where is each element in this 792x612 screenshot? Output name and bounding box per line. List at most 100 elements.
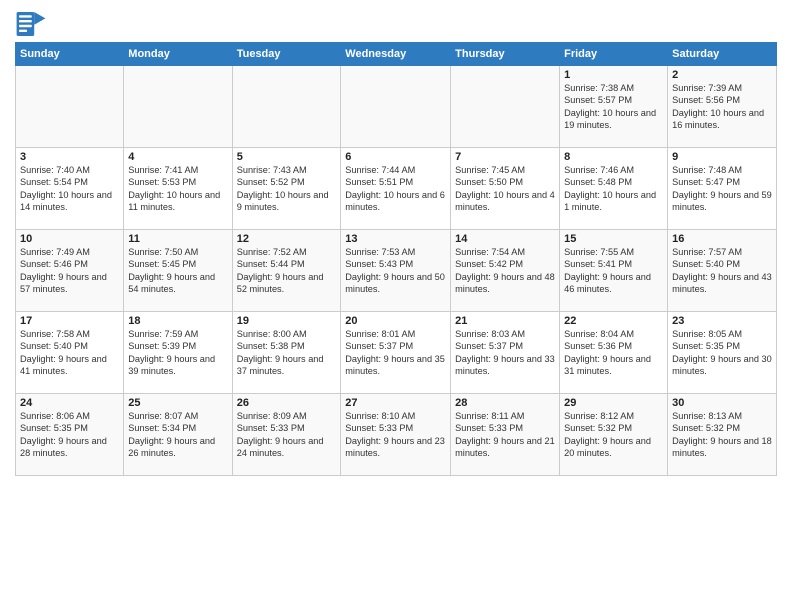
day-info: Sunrise: 8:05 AM Sunset: 5:35 PM Dayligh… [672,328,772,378]
day-number: 19 [237,315,337,327]
day-info: Sunrise: 7:50 AM Sunset: 5:45 PM Dayligh… [128,246,227,296]
day-cell: 12Sunrise: 7:52 AM Sunset: 5:44 PM Dayli… [232,230,341,312]
day-info: Sunrise: 7:41 AM Sunset: 5:53 PM Dayligh… [128,164,227,214]
logo-icon [15,10,47,38]
day-info: Sunrise: 7:53 AM Sunset: 5:43 PM Dayligh… [345,246,446,296]
day-cell: 25Sunrise: 8:07 AM Sunset: 5:34 PM Dayli… [124,394,232,476]
day-cell: 5Sunrise: 7:43 AM Sunset: 5:52 PM Daylig… [232,148,341,230]
day-number: 25 [128,397,227,409]
day-info: Sunrise: 8:13 AM Sunset: 5:32 PM Dayligh… [672,410,772,460]
day-cell: 1Sunrise: 7:38 AM Sunset: 5:57 PM Daylig… [560,66,668,148]
day-info: Sunrise: 7:39 AM Sunset: 5:56 PM Dayligh… [672,82,772,132]
day-cell [16,66,124,148]
day-info: Sunrise: 7:52 AM Sunset: 5:44 PM Dayligh… [237,246,337,296]
day-cell: 6Sunrise: 7:44 AM Sunset: 5:51 PM Daylig… [341,148,451,230]
weekday-header-friday: Friday [560,43,668,66]
day-number: 1 [564,69,663,81]
week-row-2: 10Sunrise: 7:49 AM Sunset: 5:46 PM Dayli… [16,230,777,312]
day-info: Sunrise: 7:55 AM Sunset: 5:41 PM Dayligh… [564,246,663,296]
weekday-header-wednesday: Wednesday [341,43,451,66]
day-number: 7 [455,151,555,163]
day-number: 27 [345,397,446,409]
day-info: Sunrise: 7:58 AM Sunset: 5:40 PM Dayligh… [20,328,119,378]
day-number: 15 [564,233,663,245]
day-number: 4 [128,151,227,163]
day-cell: 24Sunrise: 8:06 AM Sunset: 5:35 PM Dayli… [16,394,124,476]
day-cell: 15Sunrise: 7:55 AM Sunset: 5:41 PM Dayli… [560,230,668,312]
weekday-header-saturday: Saturday [668,43,777,66]
day-number: 14 [455,233,555,245]
day-cell: 4Sunrise: 7:41 AM Sunset: 5:53 PM Daylig… [124,148,232,230]
day-cell: 30Sunrise: 8:13 AM Sunset: 5:32 PM Dayli… [668,394,777,476]
week-row-4: 24Sunrise: 8:06 AM Sunset: 5:35 PM Dayli… [16,394,777,476]
day-number: 28 [455,397,555,409]
day-info: Sunrise: 7:59 AM Sunset: 5:39 PM Dayligh… [128,328,227,378]
day-number: 24 [20,397,119,409]
day-number: 5 [237,151,337,163]
day-info: Sunrise: 8:00 AM Sunset: 5:38 PM Dayligh… [237,328,337,378]
day-number: 8 [564,151,663,163]
day-cell: 29Sunrise: 8:12 AM Sunset: 5:32 PM Dayli… [560,394,668,476]
day-info: Sunrise: 7:57 AM Sunset: 5:40 PM Dayligh… [672,246,772,296]
week-row-1: 3Sunrise: 7:40 AM Sunset: 5:54 PM Daylig… [16,148,777,230]
calendar-table: SundayMondayTuesdayWednesdayThursdayFrid… [15,42,777,476]
day-info: Sunrise: 7:45 AM Sunset: 5:50 PM Dayligh… [455,164,555,214]
day-number: 13 [345,233,446,245]
day-cell: 26Sunrise: 8:09 AM Sunset: 5:33 PM Dayli… [232,394,341,476]
day-number: 23 [672,315,772,327]
day-number: 20 [345,315,446,327]
day-number: 9 [672,151,772,163]
day-info: Sunrise: 8:11 AM Sunset: 5:33 PM Dayligh… [455,410,555,460]
day-number: 2 [672,69,772,81]
day-cell: 8Sunrise: 7:46 AM Sunset: 5:48 PM Daylig… [560,148,668,230]
day-cell: 17Sunrise: 7:58 AM Sunset: 5:40 PM Dayli… [16,312,124,394]
day-cell: 27Sunrise: 8:10 AM Sunset: 5:33 PM Dayli… [341,394,451,476]
day-cell: 11Sunrise: 7:50 AM Sunset: 5:45 PM Dayli… [124,230,232,312]
day-cell [232,66,341,148]
day-cell: 7Sunrise: 7:45 AM Sunset: 5:50 PM Daylig… [451,148,560,230]
day-number: 3 [20,151,119,163]
day-cell [451,66,560,148]
day-info: Sunrise: 8:12 AM Sunset: 5:32 PM Dayligh… [564,410,663,460]
day-number: 29 [564,397,663,409]
weekday-header-monday: Monday [124,43,232,66]
day-info: Sunrise: 8:10 AM Sunset: 5:33 PM Dayligh… [345,410,446,460]
day-number: 22 [564,315,663,327]
day-number: 30 [672,397,772,409]
day-number: 12 [237,233,337,245]
day-info: Sunrise: 8:04 AM Sunset: 5:36 PM Dayligh… [564,328,663,378]
day-cell [341,66,451,148]
day-info: Sunrise: 8:06 AM Sunset: 5:35 PM Dayligh… [20,410,119,460]
day-info: Sunrise: 8:07 AM Sunset: 5:34 PM Dayligh… [128,410,227,460]
day-cell: 18Sunrise: 7:59 AM Sunset: 5:39 PM Dayli… [124,312,232,394]
day-info: Sunrise: 8:09 AM Sunset: 5:33 PM Dayligh… [237,410,337,460]
page: SundayMondayTuesdayWednesdayThursdayFrid… [0,0,792,486]
day-cell: 9Sunrise: 7:48 AM Sunset: 5:47 PM Daylig… [668,148,777,230]
weekday-header-tuesday: Tuesday [232,43,341,66]
day-number: 21 [455,315,555,327]
day-cell: 10Sunrise: 7:49 AM Sunset: 5:46 PM Dayli… [16,230,124,312]
day-number: 16 [672,233,772,245]
day-info: Sunrise: 7:48 AM Sunset: 5:47 PM Dayligh… [672,164,772,214]
week-row-0: 1Sunrise: 7:38 AM Sunset: 5:57 PM Daylig… [16,66,777,148]
day-info: Sunrise: 8:03 AM Sunset: 5:37 PM Dayligh… [455,328,555,378]
day-cell: 28Sunrise: 8:11 AM Sunset: 5:33 PM Dayli… [451,394,560,476]
day-info: Sunrise: 7:40 AM Sunset: 5:54 PM Dayligh… [20,164,119,214]
day-cell: 21Sunrise: 8:03 AM Sunset: 5:37 PM Dayli… [451,312,560,394]
day-info: Sunrise: 7:49 AM Sunset: 5:46 PM Dayligh… [20,246,119,296]
logo [15,10,51,38]
day-number: 26 [237,397,337,409]
day-cell [124,66,232,148]
day-info: Sunrise: 7:46 AM Sunset: 5:48 PM Dayligh… [564,164,663,214]
day-info: Sunrise: 7:44 AM Sunset: 5:51 PM Dayligh… [345,164,446,214]
day-cell: 13Sunrise: 7:53 AM Sunset: 5:43 PM Dayli… [341,230,451,312]
week-row-3: 17Sunrise: 7:58 AM Sunset: 5:40 PM Dayli… [16,312,777,394]
day-number: 11 [128,233,227,245]
weekday-header-row: SundayMondayTuesdayWednesdayThursdayFrid… [16,43,777,66]
day-number: 6 [345,151,446,163]
day-cell: 19Sunrise: 8:00 AM Sunset: 5:38 PM Dayli… [232,312,341,394]
day-cell: 20Sunrise: 8:01 AM Sunset: 5:37 PM Dayli… [341,312,451,394]
day-number: 17 [20,315,119,327]
day-number: 10 [20,233,119,245]
day-cell: 22Sunrise: 8:04 AM Sunset: 5:36 PM Dayli… [560,312,668,394]
